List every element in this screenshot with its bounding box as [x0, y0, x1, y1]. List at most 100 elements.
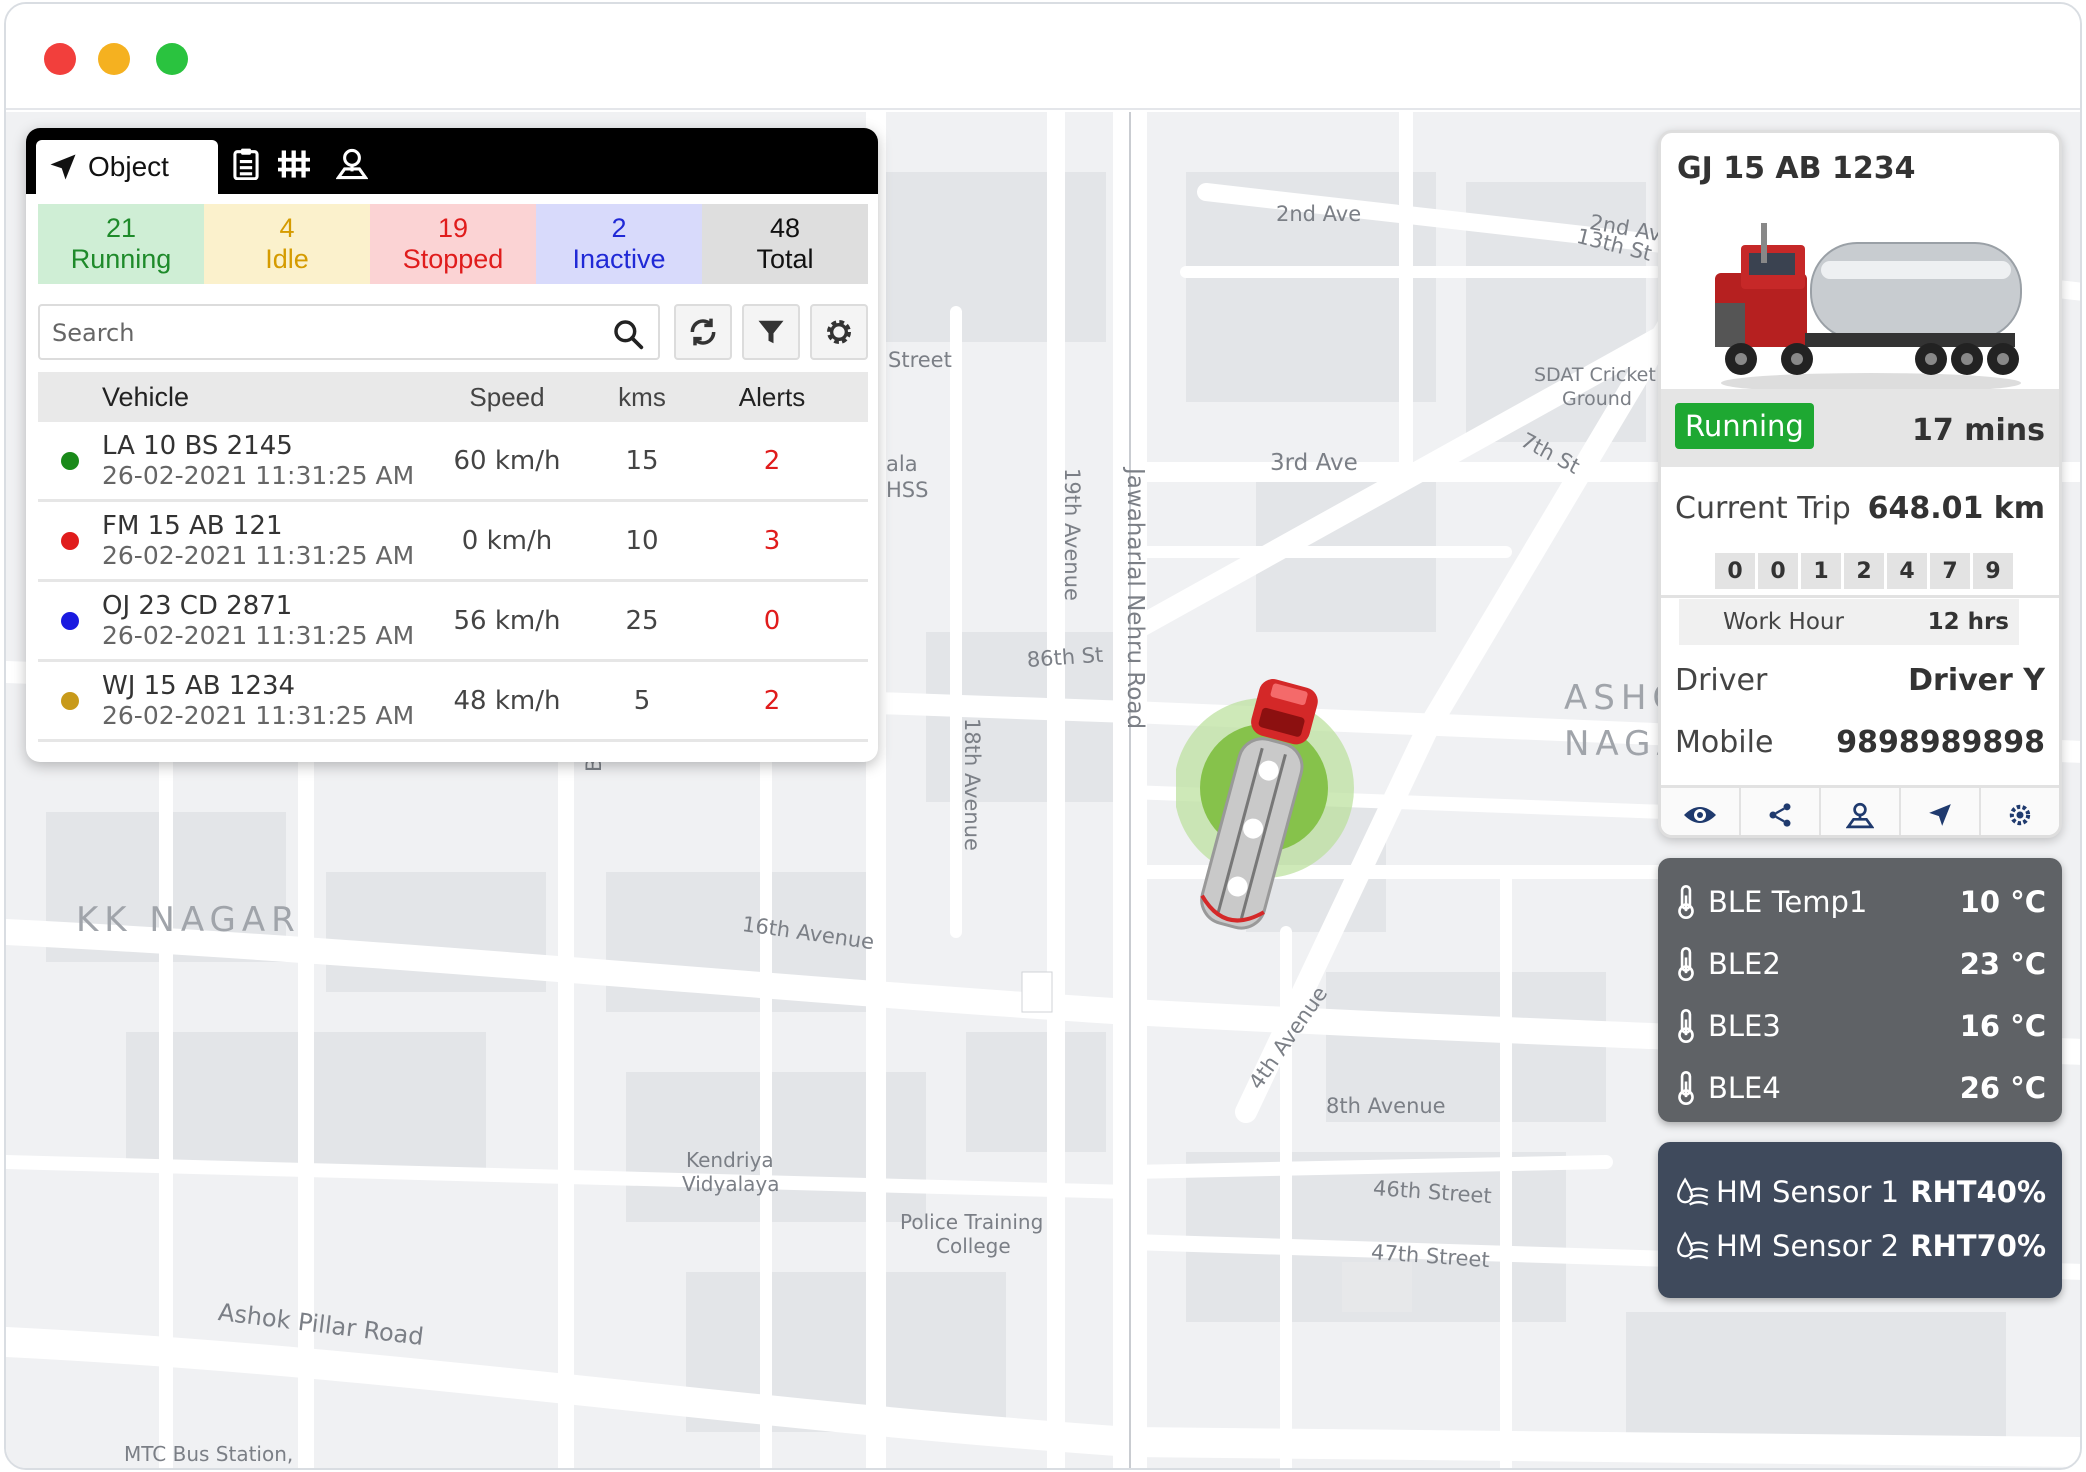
gear-icon [827, 320, 851, 344]
count-total[interactable]: 48 Total [702, 204, 868, 284]
count-label: Running [70, 244, 172, 274]
count-value: 48 [769, 213, 801, 243]
map-label: Street [888, 348, 952, 372]
maximize-window-button[interactable] [156, 43, 188, 75]
map-label: ala [886, 452, 918, 476]
sensor-value: RHT40% [1910, 1175, 2046, 1209]
close-window-button[interactable] [44, 43, 76, 75]
count-label: Idle [265, 244, 309, 274]
map-label: 19th Avenue [1060, 468, 1084, 601]
fence-icon [278, 150, 310, 178]
tanker-truck-image [1715, 223, 2022, 393]
odometer-digit: 2 [1844, 553, 1884, 589]
vehicle-alerts[interactable]: 3 [712, 526, 832, 556]
vehicle-marker[interactable] [1176, 640, 1376, 940]
settings-button[interactable] [810, 304, 868, 360]
search-icon[interactable] [612, 318, 644, 350]
minimize-window-button[interactable] [98, 43, 130, 75]
eye-icon [1684, 806, 1716, 823]
sensor-row: BLE3 16 °C [1676, 1004, 2046, 1048]
vehicle-time: 26-02-2021 11:31:25 AM [102, 541, 415, 570]
count-idle[interactable]: 4 Idle [204, 204, 370, 284]
count-inactive[interactable]: 2 Inactive [536, 204, 702, 284]
map-label: HSS [886, 478, 929, 502]
sensor-name: BLE2 [1708, 947, 1781, 981]
navigate-button[interactable] [1901, 788, 1981, 835]
sensor-value: 26 °C [1959, 1071, 2046, 1105]
table-row[interactable]: FM 15 AB 121 26-02-2021 11:31:25 AM 0 km… [38, 502, 868, 582]
table-header: Vehicle Speed kms Alerts [38, 372, 868, 422]
sensor-value: 23 °C [1959, 947, 2046, 981]
mobile-label: Mobile [1675, 725, 1774, 760]
title-bar [6, 4, 2080, 110]
column-vehicle[interactable]: Vehicle [102, 382, 442, 413]
table-row[interactable]: WJ 15 AB 1234 26-02-2021 11:31:25 AM 48 … [38, 662, 868, 742]
tab-poi[interactable] [332, 144, 372, 184]
thermometer-icon [1678, 885, 1694, 919]
status-dot [61, 451, 79, 470]
vehicle-plate: FM 15 AB 121 [102, 511, 283, 541]
filter-button[interactable] [742, 304, 800, 360]
column-kms[interactable]: kms [572, 382, 712, 413]
search-input[interactable] [52, 316, 592, 350]
view-button[interactable] [1661, 788, 1741, 835]
humidity-icon [1677, 1231, 1709, 1260]
status-duration: 17 mins [1912, 413, 2045, 448]
table-row[interactable]: OJ 23 CD 2871 26-02-2021 11:31:25 AM 56 … [38, 582, 868, 662]
clipboard-icon [233, 148, 259, 180]
vehicle-alerts[interactable]: 0 [712, 606, 832, 636]
map-label: 2nd Ave [1276, 202, 1362, 226]
sensor-row: HM Sensor 1 RHT40% [1676, 1170, 2046, 1214]
tab-geofence[interactable] [274, 144, 314, 184]
status-dot [61, 531, 79, 550]
count-stopped[interactable]: 19 Stopped [370, 204, 536, 284]
count-running[interactable]: 21 Running [38, 204, 204, 284]
object-panel: Object 21 Running 4 Idle 19 Stopped 2 In… [26, 128, 878, 762]
vehicle-speed: 48 km/h [453, 685, 561, 716]
filter-icon [758, 320, 784, 344]
count-value: 19 [437, 213, 469, 243]
column-alerts[interactable]: Alerts [712, 382, 832, 413]
map-label: 3rd Ave [1270, 450, 1358, 476]
work-hour-label: Work Hour [1723, 609, 1844, 635]
vehicle-kms: 15 [625, 445, 659, 476]
temperature-sensor-panel: BLE Temp1 10 °C BLE2 23 °C BLE3 16 °C BL… [1658, 858, 2062, 1122]
map-label: Police Training [900, 1210, 1044, 1234]
map-label: Ground [1562, 388, 1632, 410]
count-value: 2 [611, 213, 627, 243]
vehicle-speed: 56 km/h [453, 605, 561, 636]
map-pin-icon [1846, 802, 1874, 828]
vehicle-time: 26-02-2021 11:31:25 AM [102, 701, 415, 730]
refresh-button[interactable] [674, 304, 732, 360]
count-label: Stopped [402, 244, 504, 274]
table-row[interactable]: LA 10 BS 2145 26-02-2021 11:31:25 AM 60 … [38, 422, 868, 502]
map-label: 18th Avenue [960, 718, 984, 851]
poi-button[interactable] [1821, 788, 1901, 835]
odometer-digit: 4 [1887, 553, 1927, 589]
sensor-value: 16 °C [1959, 1009, 2046, 1043]
vehicle-alerts[interactable]: 2 [712, 686, 832, 716]
map-pin-icon [336, 148, 368, 180]
map-label: Jawaharlal Nehru Road [1122, 468, 1148, 730]
column-speed[interactable]: Speed [442, 382, 572, 413]
map-label: KK NAGAR [76, 900, 301, 940]
sensor-name: HM Sensor 1 [1716, 1175, 1900, 1209]
sensor-row: HM Sensor 2 RHT70% [1676, 1224, 2046, 1268]
work-hour-row: Work Hour 12 hrs [1679, 599, 2019, 645]
tab-reports[interactable] [226, 144, 266, 184]
tab-object[interactable]: Object [36, 140, 218, 194]
status-counts: 21 Running 4 Idle 19 Stopped 2 Inactive … [38, 204, 868, 284]
work-hour-value: 12 hrs [1927, 609, 2009, 635]
count-value: 4 [279, 213, 295, 243]
vehicle-time: 26-02-2021 11:31:25 AM [102, 461, 415, 490]
map-label: Kendriya [686, 1148, 774, 1172]
vehicle-speed: 0 km/h [461, 525, 553, 556]
count-label: Inactive [572, 244, 666, 274]
share-button[interactable] [1741, 788, 1821, 835]
vehicle-alerts[interactable]: 2 [712, 446, 832, 476]
count-value: 21 [105, 213, 137, 243]
vehicle-settings-button[interactable] [1981, 788, 2059, 835]
humidity-icon [1677, 1177, 1709, 1206]
status-bar: Running 17 mins [1661, 389, 2059, 467]
settings-icon [2009, 804, 2031, 825]
